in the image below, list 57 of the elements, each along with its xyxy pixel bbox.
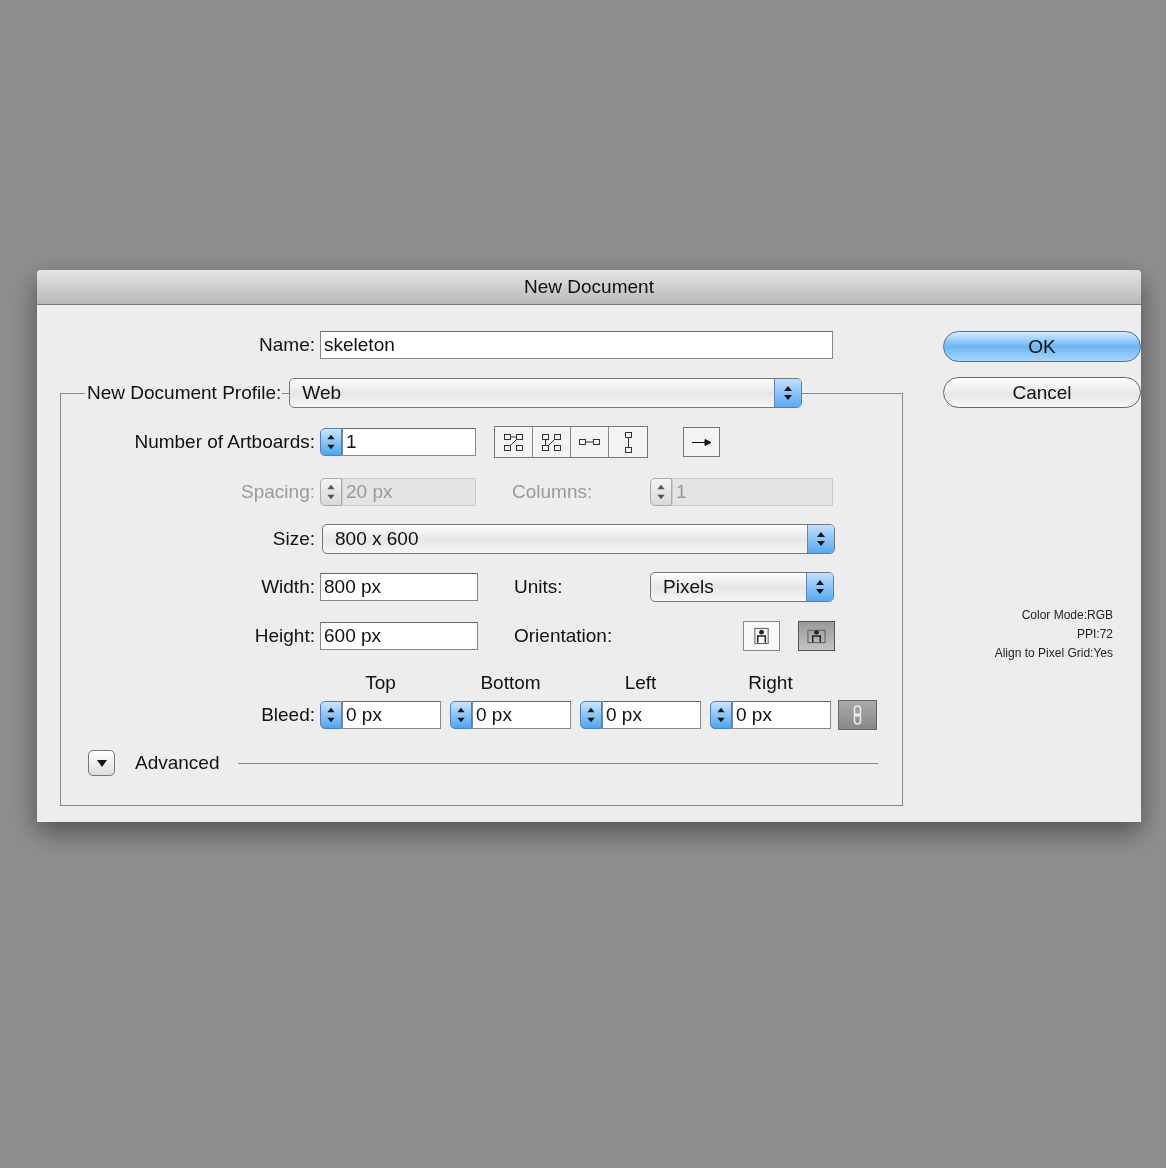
portrait-button[interactable] <box>743 621 780 651</box>
disclosure-triangle-icon <box>96 759 107 767</box>
width-field[interactable]: 800 px <box>320 573 478 601</box>
field-label: Size: <box>271 528 316 550</box>
info-text: Color Mode:RGB <box>1021 607 1113 624</box>
arrange-by-row-button[interactable] <box>571 427 609 457</box>
bleed-field[interactable]: 0 px <box>732 701 831 729</box>
updown-arrows-icon <box>774 379 802 407</box>
field-label: Orientation: <box>514 625 614 647</box>
grid-icon <box>504 433 523 451</box>
info-text: PPI:72 <box>1076 626 1113 643</box>
disclosure-button[interactable] <box>88 750 115 776</box>
size-dropdown[interactable]: 800 x 600 <box>322 524 835 554</box>
stepper-arrows[interactable] <box>320 701 342 729</box>
link-button[interactable] <box>838 700 877 730</box>
bleed-field[interactable]: 0 px <box>602 701 701 729</box>
column-heading: Right <box>747 672 794 694</box>
row-icon <box>579 439 600 445</box>
field-label: Bleed: <box>260 704 316 726</box>
field-label: Spacing: <box>240 481 316 503</box>
info-text: Align to Pixel Grid:Yes <box>994 645 1113 662</box>
bleed-field[interactable]: 0 px <box>472 701 571 729</box>
arrange-by-column-button[interactable] <box>609 427 647 457</box>
column-icon <box>624 431 632 453</box>
default-button[interactable]: OK <box>943 331 1141 362</box>
bleed-field[interactable]: 0 px <box>342 701 441 729</box>
units-dropdown[interactable]: Pixels <box>650 572 834 602</box>
grid-by-column-button[interactable] <box>533 427 571 457</box>
updown-arrows-icon <box>806 573 833 601</box>
artboards-field[interactable]: 1 <box>342 428 476 456</box>
stepper-arrows[interactable] <box>450 701 472 729</box>
stepper-arrows[interactable] <box>710 701 732 729</box>
stepper-arrows[interactable] <box>320 428 342 456</box>
name-field[interactable]: skeleton <box>320 331 833 359</box>
column-heading: Bottom <box>479 672 542 694</box>
stepper-arrows[interactable] <box>580 701 602 729</box>
updown-arrows-icon <box>807 525 834 553</box>
grid-icon <box>542 433 561 451</box>
field-label: Width: <box>260 576 316 598</box>
field-label: Name: <box>258 334 316 356</box>
field-label: Columns: <box>512 481 594 503</box>
window-title: New Document <box>524 276 654 298</box>
field-label: Height: <box>253 625 316 647</box>
arrow-right-icon <box>692 438 711 446</box>
column-heading: Top <box>364 672 397 694</box>
landscape-button[interactable] <box>798 621 835 651</box>
grid-by-row-button[interactable] <box>495 427 533 457</box>
column-heading: Left <box>623 672 658 694</box>
chain-icon <box>851 704 864 726</box>
dialog-button[interactable]: Cancel <box>943 377 1141 408</box>
field-label: Units: <box>514 576 564 598</box>
profile-dropdown[interactable]: Web <box>289 378 803 408</box>
section-label: Advanced <box>135 752 220 774</box>
field-label: Number of Artboards: <box>133 431 316 453</box>
person-icon <box>752 626 771 646</box>
layout-direction-button[interactable] <box>683 427 720 457</box>
height-field[interactable]: 600 px <box>320 622 478 650</box>
